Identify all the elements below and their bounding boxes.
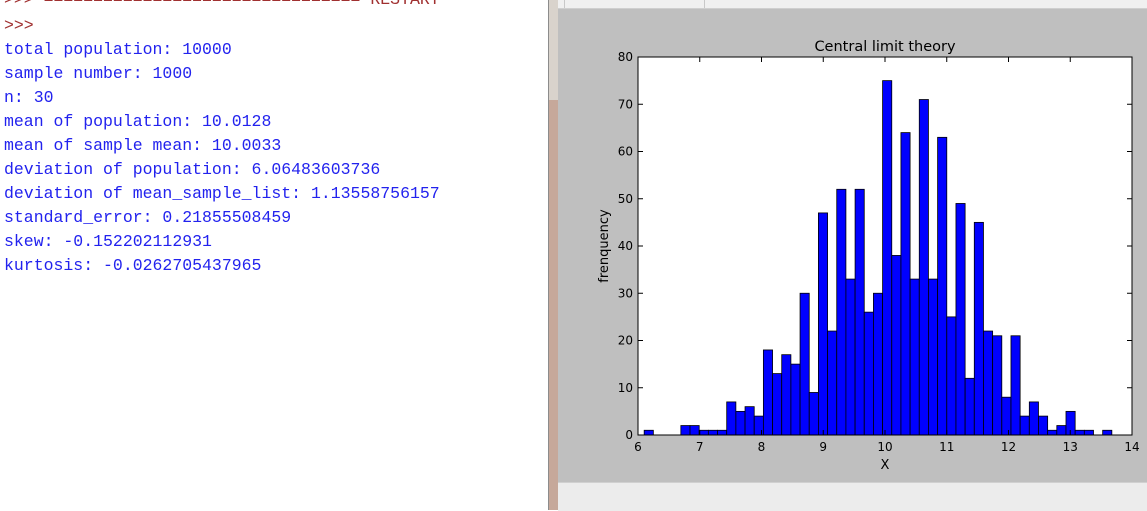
histogram-chart: 6 7 8 9 10 11 12 13 14 0 10 20 30 40 50 60 70 80 Central … xyxy=(597,39,1140,473)
output-line-kurtosis: kurtosis: -0.0262705437965 xyxy=(4,256,262,275)
output-line-deviation-population: deviation of population: 6.06483603736 xyxy=(4,160,381,179)
y-axis-label: frenquency xyxy=(597,209,612,283)
figure-status-bar xyxy=(558,482,1147,511)
histogram-bar xyxy=(643,429,654,436)
histogram-bar xyxy=(964,377,975,436)
histogram-bar xyxy=(863,311,874,436)
histogram-bar xyxy=(946,316,957,436)
histogram-bar xyxy=(937,136,948,436)
histogram-bar xyxy=(1028,401,1039,436)
histogram-bar xyxy=(680,425,691,436)
y-tick-label: 40 xyxy=(618,239,633,253)
x-tick-label: 12 xyxy=(1001,440,1016,454)
histogram-bar xyxy=(726,401,737,436)
output-line-deviation-mean-sample-list: deviation of mean_sample_list: 1.1355875… xyxy=(4,184,440,203)
histogram-bar xyxy=(799,292,810,436)
histogram-bar xyxy=(909,278,920,436)
histogram-bar xyxy=(762,349,773,436)
histogram-bar xyxy=(992,335,1003,436)
histogram-bar xyxy=(772,373,783,436)
scrollbar-thumb[interactable] xyxy=(549,100,558,510)
histogram-bar xyxy=(1102,429,1113,436)
histogram-bar xyxy=(955,203,966,436)
histogram-bar xyxy=(808,392,819,436)
histogram-bar xyxy=(1074,429,1085,436)
x-tick-label: 8 xyxy=(758,440,766,454)
histogram-bar xyxy=(928,278,939,436)
figure-toolbar xyxy=(558,0,1147,9)
y-tick-label: 20 xyxy=(618,334,633,348)
x-axis-label: X xyxy=(881,458,890,473)
histogram-bar xyxy=(836,188,847,436)
x-tick-label: 14 xyxy=(1124,440,1139,454)
histogram-bar xyxy=(790,363,801,436)
histogram-bar xyxy=(735,410,746,436)
histogram-bar xyxy=(845,278,856,436)
histogram-bar xyxy=(827,330,838,436)
output-line-total-population: total population: 10000 xyxy=(4,40,232,59)
histogram-bar xyxy=(689,425,700,436)
x-tick-label: 6 xyxy=(634,440,642,454)
histogram-bar xyxy=(854,188,865,436)
histogram-bar xyxy=(873,292,883,436)
y-tick-label: 80 xyxy=(618,50,633,64)
y-tick-label: 60 xyxy=(618,145,633,159)
x-tick-label: 10 xyxy=(877,440,892,454)
x-tick-label: 7 xyxy=(696,440,704,454)
histogram-bar xyxy=(744,406,755,436)
shell-prompt: >>> xyxy=(4,16,34,35)
toolbar-separator xyxy=(564,0,565,8)
python-shell-output[interactable]: >>> ================================ RES… xyxy=(0,0,548,510)
histogram-bar xyxy=(753,415,764,436)
y-tick-label: 0 xyxy=(625,428,633,442)
output-line-mean-population: mean of population: 10.0128 xyxy=(4,112,272,131)
histogram-bar xyxy=(717,429,728,436)
y-tick-label: 70 xyxy=(618,97,633,111)
histogram-bar xyxy=(1047,429,1058,436)
y-tick-label: 30 xyxy=(618,286,633,300)
output-line-n: n: 30 xyxy=(4,88,54,107)
y-tick-label: 10 xyxy=(618,381,633,395)
histogram-bar xyxy=(1001,396,1012,436)
histogram-bar xyxy=(698,429,709,436)
histogram-bar xyxy=(781,354,792,436)
output-line-skew: skew: -0.152202112931 xyxy=(4,232,212,251)
histogram-bar xyxy=(818,212,828,436)
histogram-bar xyxy=(891,255,902,436)
chart-title: Central limit theory xyxy=(814,39,956,55)
histogram-bar xyxy=(973,221,984,436)
histogram-bar xyxy=(1019,415,1030,436)
histogram-bar xyxy=(983,330,994,436)
histogram-bar xyxy=(1038,415,1049,436)
x-tick-label: 11 xyxy=(939,440,954,454)
restart-prompt: >>> ================================ RES… xyxy=(4,0,440,12)
x-tick-label: 9 xyxy=(819,440,827,454)
histogram-bar xyxy=(918,99,929,436)
x-tick-label: 13 xyxy=(1063,440,1078,454)
histogram-bar xyxy=(1083,429,1094,436)
toolbar-separator xyxy=(704,0,705,8)
output-line-mean-sample-mean: mean of sample mean: 10.0033 xyxy=(4,136,282,155)
histogram-bar xyxy=(1010,335,1021,436)
histogram-bar xyxy=(707,429,718,436)
histogram-bar xyxy=(882,80,893,436)
output-line-standard-error: standard_error: 0.21855508459 xyxy=(4,208,292,227)
histogram-bar xyxy=(900,132,911,436)
output-line-sample-number: sample number: 1000 xyxy=(4,64,193,83)
histogram-bar xyxy=(1056,425,1067,436)
y-tick-label: 50 xyxy=(618,192,633,206)
